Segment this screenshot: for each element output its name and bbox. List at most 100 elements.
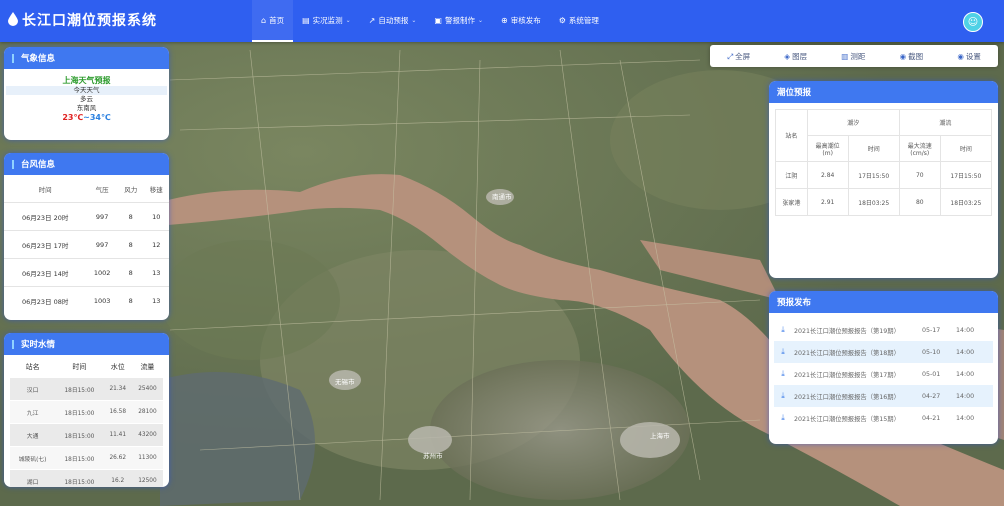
download-icon[interactable]: ⤓ bbox=[776, 325, 790, 335]
table-cell: 10 bbox=[143, 202, 169, 231]
release-item[interactable]: ⤓ 2021长江口潮位预报报告（第17期） 05-01 14:00 bbox=[774, 363, 993, 385]
release-list: ⤓ 2021长江口潮位预报报告（第19期） 05-17 14:00 ⤓ 2021长江口潮位… bbox=[774, 319, 993, 429]
user-avatar[interactable]: ☺ bbox=[963, 12, 983, 32]
column-group: 潮汐 bbox=[806, 109, 900, 136]
release-time: 14:00 bbox=[956, 326, 975, 334]
release-panel: 预报发布 ⤓ 2021长江口潮位预报报告（第19期） 05-17 14:00 ⤓ 2021… bbox=[769, 291, 998, 444]
weather-city: 上海天气预报 bbox=[62, 76, 111, 85]
download-icon[interactable]: ⤓ bbox=[776, 413, 790, 423]
panel-header: 实时水情 bbox=[4, 333, 169, 355]
table-cell: 25400 bbox=[131, 377, 163, 401]
table-cell: 12 bbox=[143, 230, 169, 259]
layers-icon: ◈ bbox=[784, 51, 791, 61]
release-time: 14:00 bbox=[956, 414, 975, 422]
table-cell: 张家港 bbox=[775, 188, 808, 216]
table-cell: 18日15:00 bbox=[55, 423, 104, 447]
release-item[interactable]: ⤓ 2021长江口潮位预报报告（第15期） 04-21 14:00 bbox=[774, 407, 993, 429]
release-item[interactable]: ⤓ 2021长江口潮位预报报告（第16期） 04-27 14:00 bbox=[774, 385, 993, 407]
column-header: 风力 bbox=[124, 185, 138, 194]
nav-item-0[interactable]: ⌂ 首页 bbox=[252, 0, 294, 42]
chart-line-icon: ↗ bbox=[368, 15, 376, 25]
column-header: 水位 bbox=[110, 363, 125, 371]
download-icon[interactable]: ⤓ bbox=[776, 347, 790, 357]
table-cell: 13 bbox=[143, 286, 169, 314]
weather-today: 今天天气 bbox=[6, 86, 167, 95]
table-cell: 16.2 bbox=[103, 469, 132, 487]
settings-icon: ◉ bbox=[957, 51, 964, 61]
table-cell: 997 bbox=[86, 202, 118, 231]
toolbar-button-4[interactable]: ◉ 设置 bbox=[957, 51, 981, 62]
home-icon: ⌂ bbox=[261, 15, 267, 25]
panel-header: 台风信息 bbox=[4, 153, 169, 175]
temp-high: 34℃ bbox=[89, 113, 111, 122]
nav-item-4[interactable]: ⊕ 审核发布 bbox=[492, 0, 550, 40]
release-item[interactable]: ⤓ 2021长江口潮位预报报告（第18期） 05-10 14:00 bbox=[774, 341, 993, 363]
toolbar-button-0[interactable]: ⤢ 全屏 bbox=[727, 51, 750, 62]
table-row: 大通 18日15:00 11.41 43200 bbox=[10, 423, 163, 447]
table-cell: 43200 bbox=[131, 423, 163, 447]
toolbar-label: 图层 bbox=[792, 51, 808, 61]
chevron-down-icon: ⌄ bbox=[411, 16, 417, 24]
nav-label: 系统管理 bbox=[568, 15, 599, 25]
table-cell: 湖口 bbox=[10, 469, 56, 487]
table-cell: 21.34 bbox=[103, 377, 132, 401]
release-name: 2021长江口潮位预报报告（第16期） bbox=[794, 393, 900, 401]
release-name: 2021长江口潮位预报报告（第17期） bbox=[794, 371, 900, 379]
release-time: 14:00 bbox=[956, 348, 975, 356]
monitor-icon: ▤ bbox=[302, 15, 310, 25]
toolbar-button-1[interactable]: ◈ 图层 bbox=[784, 51, 807, 62]
column-header: 时间 bbox=[939, 135, 993, 162]
release-name: 2021长江口潮位预报报告（第18期） bbox=[794, 349, 900, 357]
table-cell: 18日03:25 bbox=[939, 188, 993, 216]
toolbar-button-2[interactable]: ▥ 测距 bbox=[841, 51, 865, 62]
column-header: 时间 bbox=[72, 363, 87, 371]
release-time: 14:00 bbox=[956, 370, 975, 378]
table-cell: 997 bbox=[86, 230, 118, 259]
user-icon: ☺ bbox=[967, 16, 979, 28]
toolbar-label: 全屏 bbox=[735, 51, 751, 61]
nav-item-5[interactable]: ⚙ 系统管理 bbox=[550, 0, 608, 40]
table-cell: 06月23日 17时 bbox=[4, 230, 87, 259]
download-icon[interactable]: ⤓ bbox=[776, 369, 790, 379]
table-row: 张家港 2.91 18日03:25 80 18日03:25 bbox=[775, 188, 993, 216]
download-icon[interactable]: ⤓ bbox=[776, 391, 790, 401]
map-toolbar: ⤢ 全屏 ◈ 图层 ▥ 测距 ◉ 截图 ◉ 设置 bbox=[710, 45, 998, 67]
ruler-icon: ▥ bbox=[841, 51, 849, 61]
nav-item-3[interactable]: ▣ 警报制作 ⌄ bbox=[425, 0, 492, 40]
document-icon: ▣ bbox=[434, 15, 442, 25]
nav-label: 实况监测 bbox=[312, 15, 343, 25]
table-cell: 汉口 bbox=[10, 377, 56, 401]
table-cell: 28100 bbox=[131, 400, 163, 424]
screenshot-icon: ◉ bbox=[899, 51, 907, 61]
release-date: 05-10 bbox=[922, 348, 941, 356]
column-header: 时间 bbox=[38, 185, 52, 194]
nav-item-1[interactable]: ▤ 实况监测 ⌄ bbox=[293, 0, 360, 40]
table-row: 06月23日 14时 1002 8 13 bbox=[4, 258, 169, 287]
weather-condition: 多云 bbox=[80, 95, 93, 103]
release-item[interactable]: ⤓ 2021长江口潮位预报报告（第19期） 05-17 14:00 bbox=[774, 319, 993, 341]
table-cell: 1002 bbox=[86, 258, 118, 287]
nav-label: 自动预报 bbox=[378, 15, 409, 25]
toolbar-button-3[interactable]: ◉ 截图 bbox=[900, 51, 924, 62]
panel-title: 台风信息 bbox=[21, 160, 56, 170]
tide-panel: 潮位预报 站名 潮汐 潮流 最高潮位 (m) 时间 最大流速 (cm/s) 时间 江阴… bbox=[769, 81, 998, 278]
main-nav: ⌂ 首页 ▤ 实况监测 ⌄ ↗ 自动预报 ⌄ ▣ 警报制作 ⌄ ⊕ 审核发布 ⚙ 系统管理 bbox=[252, 0, 608, 42]
chevron-down-icon: ⌄ bbox=[345, 16, 351, 24]
column-header: 站名 bbox=[25, 363, 40, 371]
column-header: 气压 bbox=[95, 185, 109, 194]
nav-label: 首页 bbox=[269, 15, 285, 25]
nav-label: 警报制作 bbox=[444, 15, 475, 25]
table-cell: 80 bbox=[898, 188, 941, 216]
table-cell: 26.62 bbox=[103, 446, 132, 470]
table-row: 九江 18日15:00 16.58 28100 bbox=[10, 400, 163, 424]
table-cell: 大通 bbox=[10, 423, 56, 447]
map-label-wuxi: 无锡市 bbox=[335, 377, 355, 386]
nav-item-2[interactable]: ↗ 自动预报 ⌄ bbox=[360, 0, 426, 40]
table-cell: 18日03:25 bbox=[847, 188, 900, 216]
fullscreen-icon: ⤢ bbox=[727, 51, 734, 61]
panel-title: 潮位预报 bbox=[777, 88, 812, 98]
toolbar-label: 测距 bbox=[850, 51, 866, 61]
table-row: 06月23日 08时 1003 8 13 bbox=[4, 286, 169, 314]
release-time: 14:00 bbox=[956, 392, 975, 400]
table-cell: 2.84 bbox=[806, 161, 849, 189]
